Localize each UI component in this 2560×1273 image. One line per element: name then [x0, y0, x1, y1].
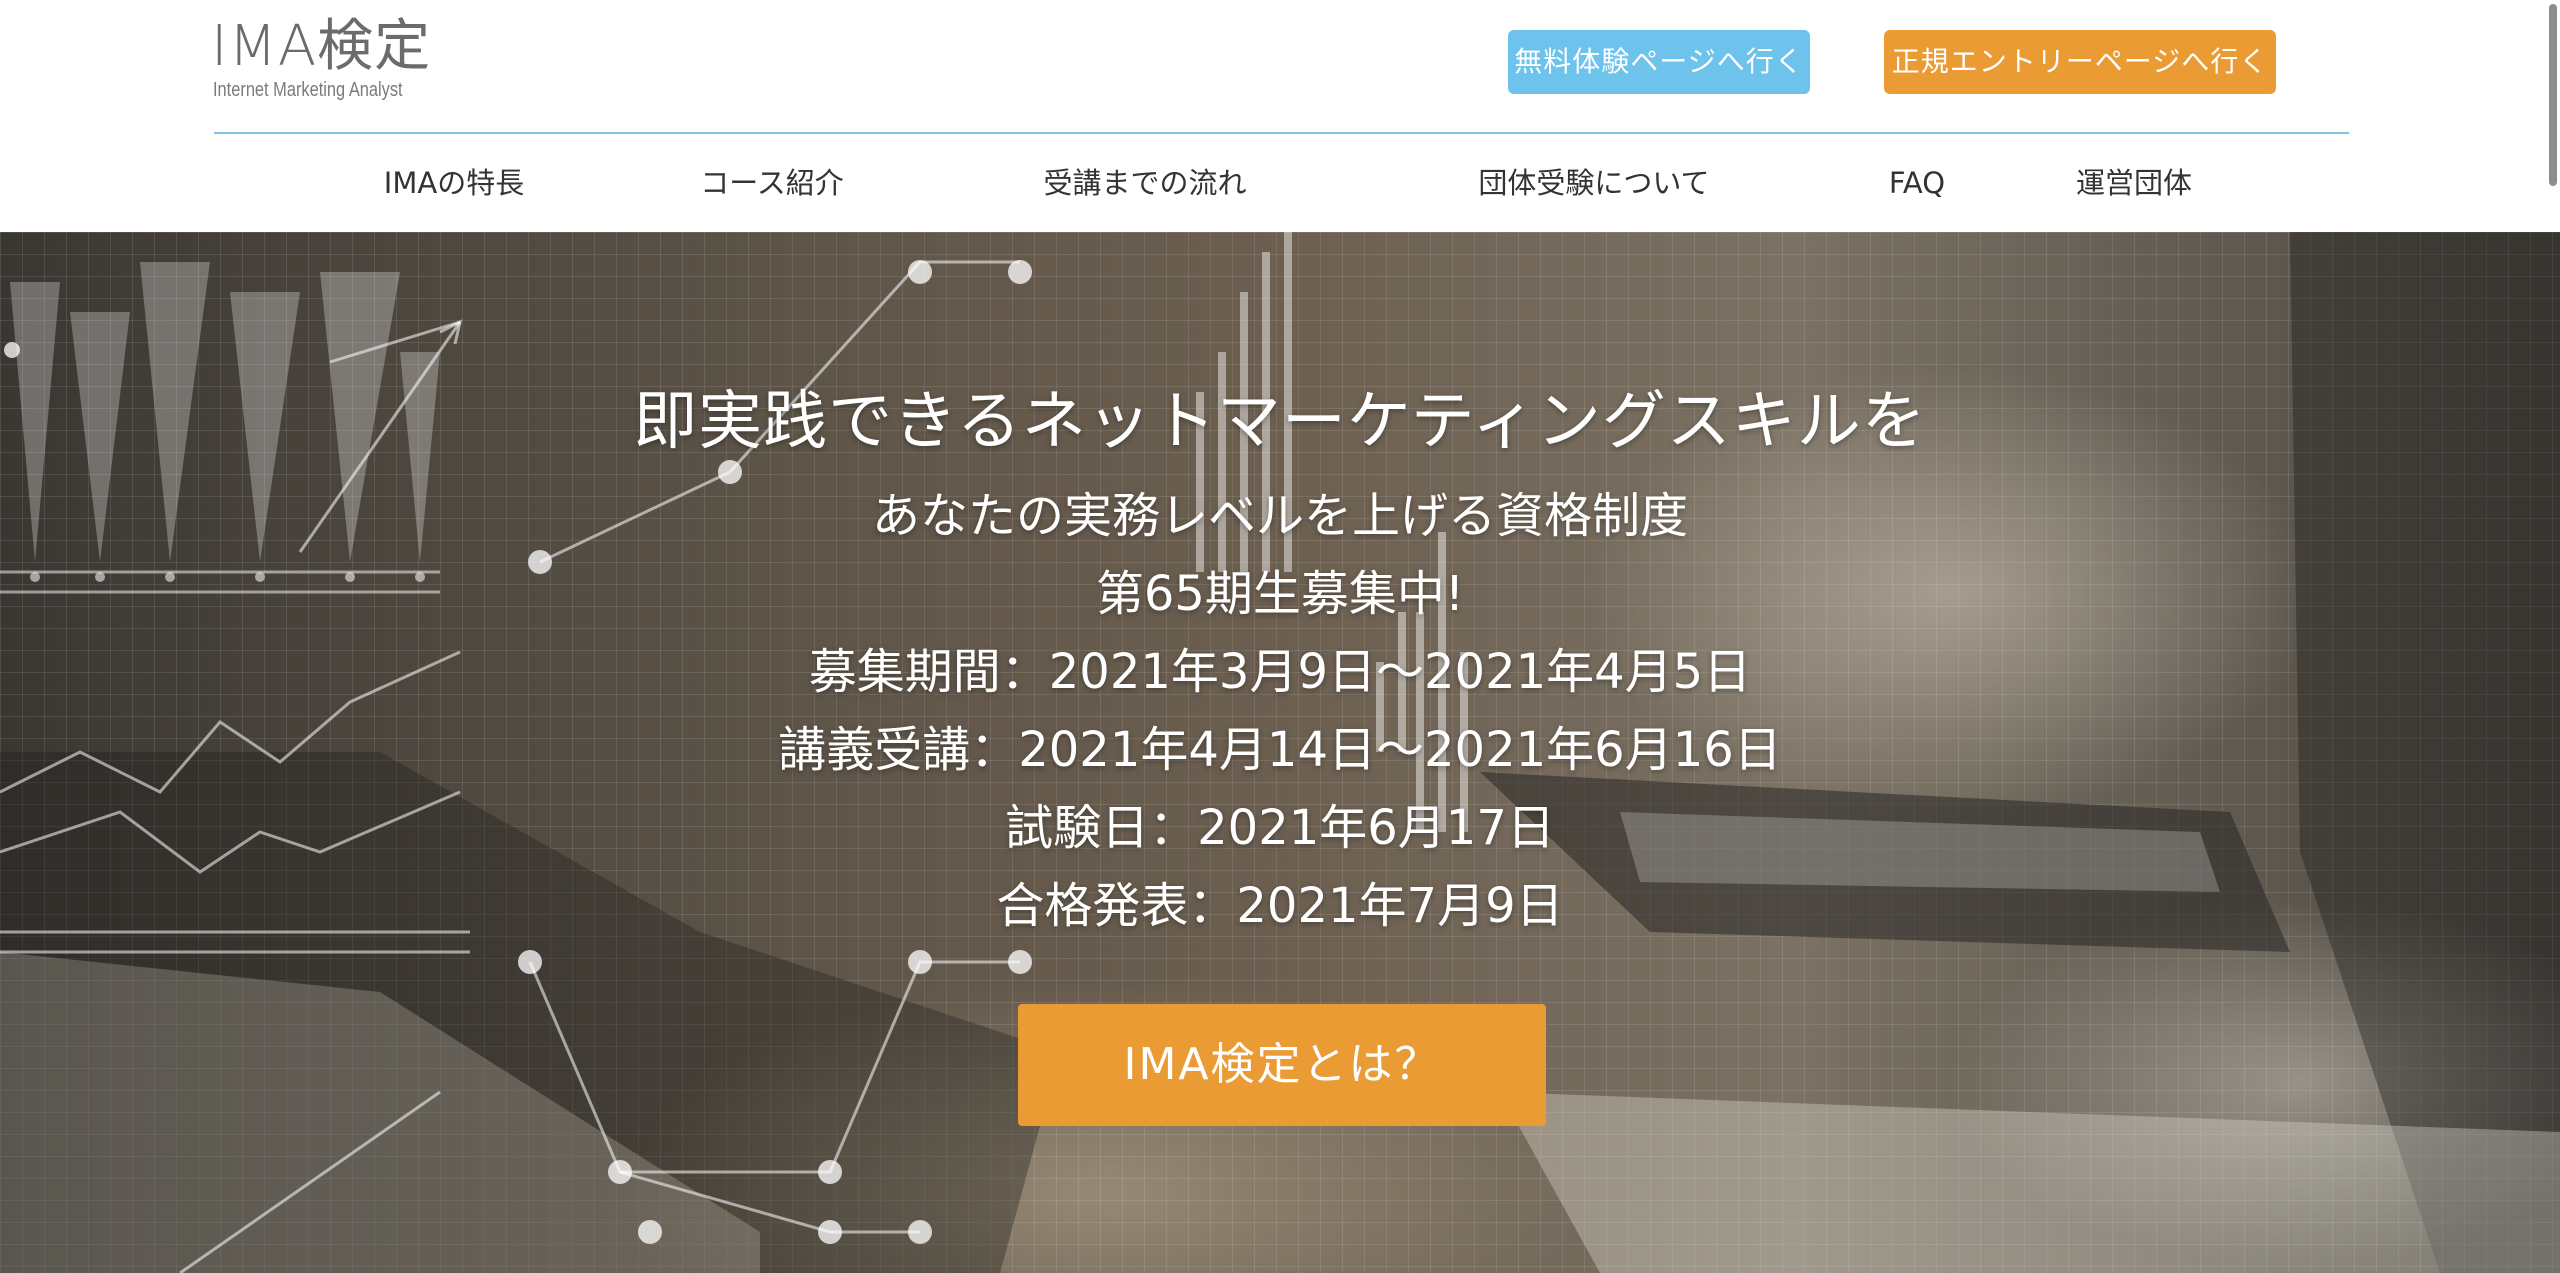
- recruiting-notice: 第65期生募集中!: [1095, 566, 1465, 622]
- hero-content: 即実践できるネットマーケティングスキルを あなたの実務レベルを上げる資格制度 第…: [0, 232, 2560, 1273]
- logo-subtitle: Internet Marketing Analyst: [213, 79, 403, 101]
- regular-entry-button[interactable]: 正規エントリーページへ行く: [1884, 30, 2276, 94]
- hero-subheadline: あなたの実務レベルを上げる資格制度: [871, 488, 1688, 544]
- nav-item-faq[interactable]: FAQ: [1889, 160, 1945, 206]
- scrollbar[interactable]: [2546, 0, 2560, 1273]
- hero-section: 即実践できるネットマーケティングスキルを あなたの実務レベルを上げる資格制度 第…: [0, 232, 2560, 1273]
- logo-title: IMA検定: [211, 14, 432, 79]
- scrollbar-thumb[interactable]: [2549, 4, 2557, 186]
- nav-item-organization[interactable]: 運営団体: [2076, 160, 2192, 206]
- site-logo[interactable]: IMA検定 Internet Marketing Analyst: [211, 14, 451, 104]
- page: IMA検定 Internet Marketing Analyst 無料体験ページ…: [0, 0, 2560, 1273]
- exam-date: 試験日：2021年6月17日: [1005, 800, 1555, 856]
- free-trial-button[interactable]: 無料体験ページへ行く: [1508, 30, 1810, 94]
- hero-headline: 即実践できるネットマーケティングスキルを: [633, 385, 1927, 459]
- header-divider: [214, 132, 2349, 134]
- main-nav: IMAの特長 コース紹介 受講までの流れ 団体受験について FAQ 運営団体: [0, 160, 2560, 206]
- recruit-period: 募集期間：2021年3月9日～2021年4月5日: [808, 644, 1752, 700]
- result-date: 合格発表：2021年7月9日: [996, 878, 1564, 934]
- nav-item-courses[interactable]: コース紹介: [700, 160, 844, 206]
- nav-item-flow[interactable]: 受講までの流れ: [1043, 160, 1246, 206]
- nav-item-group-exam[interactable]: 団体受験について: [1478, 160, 1709, 206]
- lecture-period: 講義受講：2021年4月14日～2021年6月16日: [778, 722, 1782, 778]
- about-ima-button[interactable]: IMA検定とは？: [1018, 1004, 1546, 1126]
- site-header: IMA検定 Internet Marketing Analyst 無料体験ページ…: [0, 0, 2560, 232]
- nav-item-features[interactable]: IMAの特長: [384, 160, 524, 206]
